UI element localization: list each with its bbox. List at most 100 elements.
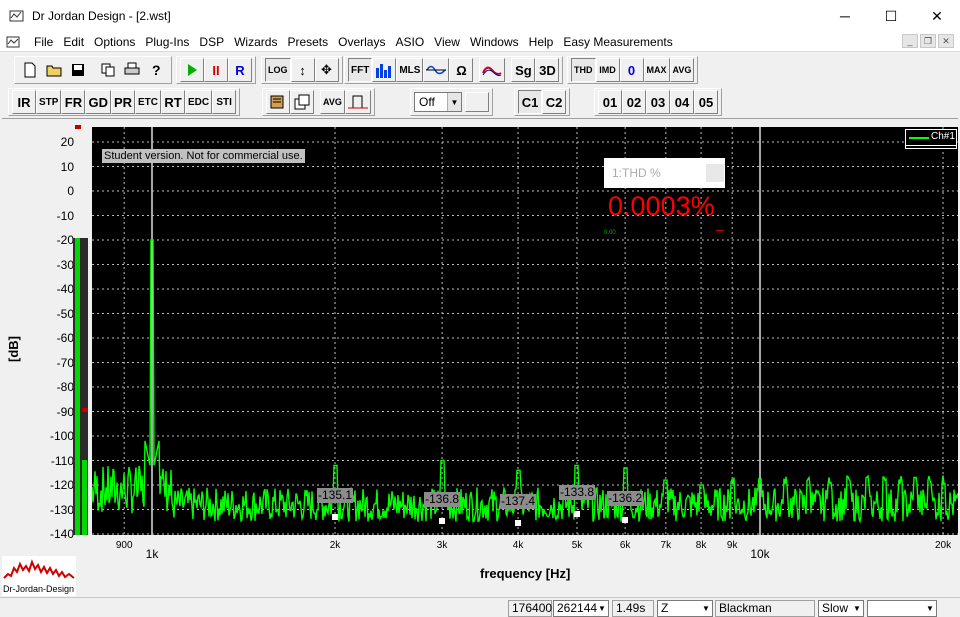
mode-select[interactable]: Off ▼ — [414, 92, 462, 112]
menu-item[interactable]: Wizards — [229, 34, 282, 50]
fft-button[interactable]: FFT — [348, 58, 373, 82]
minimize-button[interactable]: ─ — [822, 0, 868, 32]
open-file-button[interactable] — [42, 58, 66, 82]
fft-size-select[interactable]: 262144 ▼ — [553, 600, 609, 617]
preset-button[interactable]: 02 — [622, 90, 646, 114]
windows-button[interactable] — [290, 90, 314, 114]
menu-item[interactable]: Plug-Ins — [140, 34, 194, 50]
y-tick-label: 20 — [60, 135, 74, 149]
legend-divider — [906, 145, 956, 146]
menu-item[interactable]: File — [29, 34, 58, 50]
menu-item[interactable]: Overlays — [333, 34, 390, 50]
help-icon: ? — [152, 62, 161, 78]
harmonic-marker[interactable] — [515, 519, 522, 526]
harmonic-marker[interactable] — [439, 518, 446, 525]
log-button[interactable]: LOG — [265, 58, 291, 82]
display-mode-button[interactable]: FR — [61, 90, 86, 114]
display-mode-button[interactable]: IR — [12, 90, 36, 114]
print-button[interactable] — [120, 58, 144, 82]
extra-select[interactable]: ▼ — [867, 600, 937, 617]
harmonic-marker[interactable] — [332, 513, 339, 520]
y-tick-label: -60 — [56, 331, 74, 345]
channel-2-button[interactable]: C2 — [542, 90, 566, 114]
menu-item[interactable]: Easy Measurements — [558, 34, 677, 50]
menu-item[interactable]: Edit — [58, 34, 89, 50]
scale-select[interactable]: Z ▼ — [657, 600, 713, 617]
new-file-icon — [24, 62, 36, 78]
menu-item[interactable]: View — [429, 34, 465, 50]
new-file-button[interactable] — [18, 58, 42, 82]
book-button[interactable] — [266, 90, 290, 114]
save-button[interactable] — [66, 58, 90, 82]
menu-item[interactable]: Presets — [282, 34, 333, 50]
impedance-button[interactable]: Ω — [449, 58, 474, 82]
vertical-scale-button[interactable]: ↕ — [290, 58, 315, 82]
average-button[interactable]: AVG — [320, 90, 345, 114]
waveform-button[interactable] — [423, 58, 450, 82]
three-d-button[interactable]: 3D — [535, 58, 560, 82]
max-button[interactable]: MAX — [643, 58, 670, 82]
harmonic-marker[interactable] — [622, 516, 629, 523]
play-button[interactable] — [180, 58, 204, 82]
x-tick-label: 2k — [329, 540, 341, 551]
zero-button[interactable]: 0 — [619, 58, 644, 82]
harmonic-label: -136.2 — [607, 490, 644, 506]
thd-panel[interactable]: 1:THD % — [604, 158, 725, 188]
spectrum-bars-button[interactable] — [372, 58, 397, 82]
imd-button[interactable]: IMD — [595, 58, 620, 82]
mdi-minimize-button[interactable]: _ — [902, 34, 918, 48]
mls-button[interactable]: MLS — [396, 58, 424, 82]
preset-button[interactable]: 04 — [670, 90, 694, 114]
display-mode-button[interactable]: STI — [212, 90, 237, 114]
display-mode-button[interactable]: RT — [161, 90, 186, 114]
copy-icon — [101, 63, 115, 77]
mdi-close-button[interactable]: ✕ — [938, 34, 954, 48]
move-arrows-icon: ✥ — [321, 62, 332, 77]
display-mode-button[interactable]: GD — [85, 90, 111, 114]
thd-button[interactable]: THD — [571, 58, 596, 82]
display-mode-button[interactable]: PR — [110, 90, 136, 114]
thd-red-marker — [716, 230, 724, 231]
display-mode-button[interactable]: STP — [36, 90, 62, 114]
display-mode-button[interactable]: ETC — [135, 90, 162, 114]
menu-bar: File Edit Options Plug-Ins DSP Wizards Presets… — [0, 32, 960, 52]
y-tick-label: -80 — [56, 380, 74, 394]
window-title: Dr Jordan Design - [2.wst] — [32, 9, 171, 23]
menu-items: File Edit Options Plug-Ins DSP Wizards Presets… — [29, 34, 678, 50]
spectrum-plot[interactable]: Student version. Not for commercial use.… — [92, 127, 958, 535]
pulse-button[interactable] — [344, 90, 371, 114]
maximize-button[interactable]: ☐ — [868, 0, 914, 32]
thd-panel-button[interactable] — [706, 164, 724, 182]
signal-generator-button[interactable]: Sg — [511, 58, 536, 82]
spectrum-bars-icon — [376, 64, 392, 78]
menu-item[interactable]: DSP — [194, 34, 229, 50]
menu-item[interactable]: ASIO — [390, 34, 429, 50]
y-tick-label: 10 — [60, 159, 74, 174]
pulse-icon — [347, 95, 368, 109]
blank-button[interactable] — [465, 92, 489, 112]
menu-item[interactable]: Windows — [465, 34, 524, 50]
document-icon[interactable] — [5, 34, 21, 50]
record-button[interactable]: R — [228, 58, 252, 82]
mdi-restore-button[interactable]: ❐ — [920, 34, 936, 48]
pan-button[interactable]: ✥ — [314, 58, 339, 82]
distortion-wave-button[interactable] — [479, 58, 506, 82]
menu-item[interactable]: Help — [524, 34, 559, 50]
channel-1-button[interactable]: C1 — [518, 90, 542, 114]
preset-button[interactable]: 01 — [598, 90, 622, 114]
status-bar: 176400 262144 ▼ 1.49s Z ▼ Blackman Slow … — [0, 597, 960, 617]
pause-button[interactable]: II — [204, 58, 228, 82]
avg-button[interactable]: AVG — [669, 58, 695, 82]
close-button[interactable]: ✕ — [914, 0, 960, 32]
preset-button[interactable]: 05 — [694, 90, 718, 114]
harmonic-marker[interactable] — [573, 510, 580, 517]
menu-item[interactable]: Options — [89, 34, 140, 50]
y-tick-label: -30 — [56, 257, 74, 272]
speed-select[interactable]: Slow ▼ — [818, 600, 864, 617]
display-mode-button[interactable]: EDC — [185, 90, 213, 114]
copy-button[interactable] — [96, 58, 120, 82]
y-tick-label: -140 — [49, 527, 74, 541]
chevron-down-icon: ▼ — [702, 604, 710, 613]
preset-button[interactable]: 03 — [646, 90, 670, 114]
help-button[interactable]: ? — [144, 58, 168, 82]
